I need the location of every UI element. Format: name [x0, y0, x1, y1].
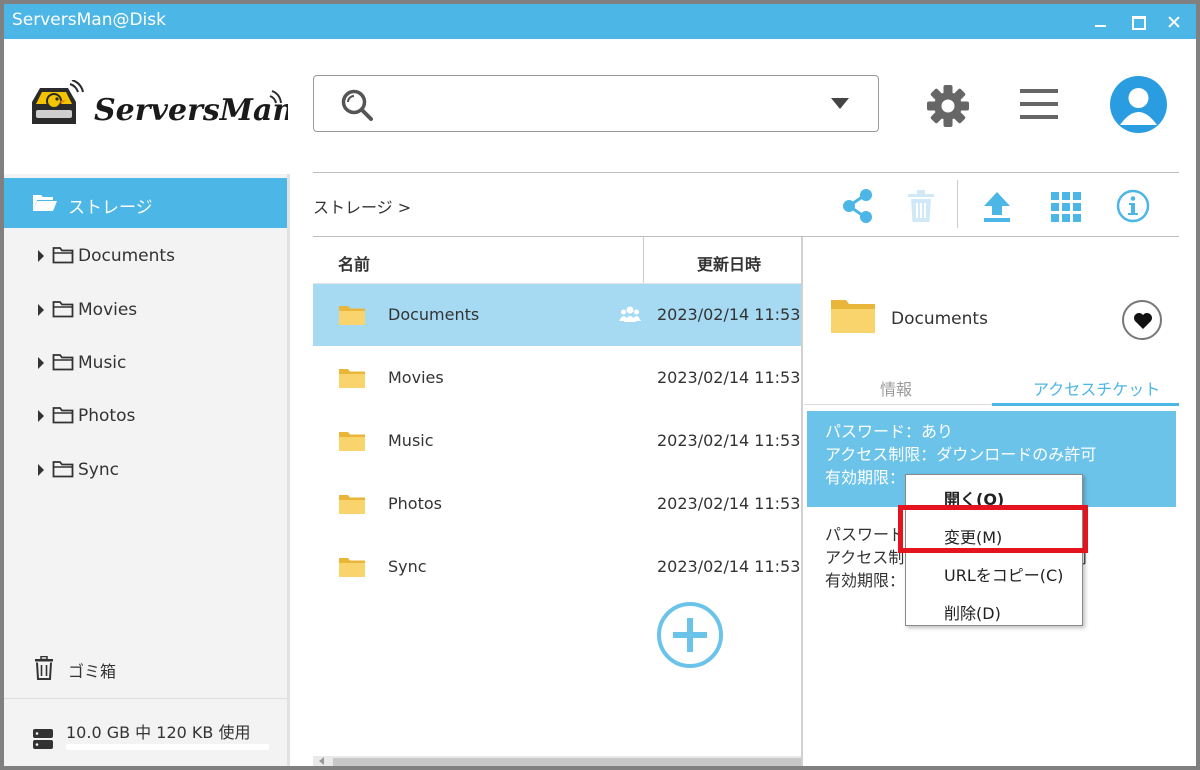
table-row[interactable]: Music 2023/02/14 11:53:2	[313, 410, 802, 472]
folder-icon	[338, 304, 366, 330]
tree-item-label: Documents	[78, 246, 175, 266]
tab-info[interactable]: 情報	[880, 376, 912, 400]
file-name: Documents	[388, 305, 480, 324]
sidebar-item-storage[interactable]: ストレージ	[4, 178, 287, 228]
toolbar-divider	[957, 180, 958, 228]
search-icon	[340, 88, 374, 126]
file-name: Photos	[388, 494, 442, 513]
shared-users-icon	[619, 305, 641, 327]
expand-arrow-icon[interactable]	[38, 250, 44, 262]
logo-text: ServersMan	[94, 93, 288, 128]
heart-icon	[1134, 313, 1152, 329]
expand-arrow-icon[interactable]	[38, 357, 44, 369]
sidebar: ストレージ Documents Movies Music Photos Sync…	[4, 174, 290, 766]
header-divider	[313, 172, 1179, 173]
file-modified: 2023/02/14 11:53:2	[657, 431, 802, 450]
table-row[interactable]: Movies 2023/02/14 11:53:2	[313, 347, 802, 409]
table-row[interactable]: Photos 2023/02/14 11:53:2	[313, 473, 802, 535]
file-modified: 2023/02/14 11:53:2	[657, 305, 802, 324]
folder-icon	[52, 459, 74, 484]
scroll-left-arrow-icon[interactable]	[319, 757, 324, 765]
file-name: Sync	[388, 557, 427, 576]
expand-arrow-icon[interactable]	[38, 304, 44, 316]
favorite-button[interactable]	[1122, 300, 1162, 340]
column-header-modified[interactable]: 更新日時	[645, 237, 802, 283]
expand-arrow-icon[interactable]	[38, 410, 44, 422]
detail-folder-name: Documents	[891, 309, 988, 329]
column-header-name[interactable]: 名前	[313, 237, 644, 283]
file-list: 名前 更新日時 Documents 2023/02/14 11:53:2 Mov…	[313, 237, 802, 766]
table-row[interactable]: Documents 2023/02/14 11:53:2	[313, 284, 802, 346]
menu-item-copy-url[interactable]: URLをコピー(C)	[944, 562, 1063, 586]
folder-icon	[338, 493, 366, 519]
title-bar: ServersMan@Disk	[4, 4, 1196, 39]
sidebar-item-label: ストレージ	[68, 198, 153, 218]
ticket-access: アクセス制限：ダウンロードのみ許可	[825, 445, 1097, 464]
folder-icon	[52, 299, 74, 324]
tab-access-ticket[interactable]: アクセスチケット	[1033, 376, 1160, 400]
ticket-password: パスワード：あり	[825, 422, 954, 441]
folder-icon	[338, 430, 366, 456]
gear-icon[interactable]	[926, 84, 970, 132]
close-button[interactable]	[1154, 4, 1194, 39]
active-tab-indicator	[992, 403, 1179, 406]
horizontal-scrollbar[interactable]	[313, 756, 802, 766]
folder-icon	[830, 298, 876, 338]
logo-image: ServersMan	[32, 79, 294, 128]
folder-icon	[52, 352, 74, 377]
grid-view-icon[interactable]	[1048, 186, 1084, 230]
disk-usage-text: 10.0 GB 中 120 KB 使用	[66, 723, 251, 742]
tree-item-label: Sync	[78, 460, 119, 480]
expand-arrow-icon[interactable]	[38, 464, 44, 476]
user-avatar-icon[interactable]	[1110, 76, 1167, 133]
minimize-button[interactable]	[1080, 4, 1120, 39]
folder-icon	[338, 367, 366, 393]
detail-panel-divider	[801, 237, 803, 766]
file-name: Movies	[388, 368, 444, 387]
info-icon[interactable]	[1114, 186, 1154, 230]
file-name: Music	[388, 431, 434, 450]
menu-item-delete[interactable]: 削除(D)	[944, 600, 1001, 624]
sidebar-item-trash[interactable]: ゴミ箱	[68, 658, 116, 682]
disk-usage-bar	[66, 744, 269, 750]
file-modified: 2023/02/14 11:53:2	[657, 368, 802, 387]
breadcrumb[interactable]: ストレージ >	[313, 194, 411, 218]
column-header-label: 更新日時	[697, 255, 762, 274]
maximize-button[interactable]	[1117, 4, 1157, 39]
app-window: ServersMan@Disk ServersMan ストレージ Documen…	[4, 4, 1196, 766]
share-icon[interactable]	[840, 186, 876, 230]
sidebar-divider	[4, 698, 287, 699]
open-folder-icon	[32, 193, 58, 218]
upload-icon[interactable]	[979, 186, 1015, 230]
column-header-label: 名前	[338, 255, 371, 274]
storage-drive-icon	[32, 728, 54, 754]
file-modified: 2023/02/14 11:53:2	[657, 557, 802, 576]
trash-icon[interactable]	[34, 655, 54, 684]
scrollbar-thumb[interactable]	[333, 758, 802, 766]
tree-item-label: Movies	[78, 300, 138, 320]
search-box[interactable]	[313, 75, 879, 132]
folder-icon	[338, 556, 366, 582]
folder-icon	[52, 405, 74, 430]
file-modified: 2023/02/14 11:53:2	[657, 494, 802, 513]
trash-icon[interactable]	[905, 186, 937, 230]
folder-icon	[52, 245, 74, 270]
table-row[interactable]: Sync 2023/02/14 11:53:2	[313, 536, 802, 598]
tree-item-label: Music	[78, 353, 127, 373]
servicesman-logo: ServersMan	[26, 79, 294, 132]
hamburger-menu-icon[interactable]	[1018, 86, 1060, 126]
window-title: ServersMan@Disk	[12, 10, 166, 30]
tree-item-label: Photos	[78, 406, 136, 426]
highlight-box	[898, 505, 1088, 553]
search-dropdown-caret[interactable]	[831, 98, 849, 109]
add-button[interactable]	[657, 602, 723, 668]
